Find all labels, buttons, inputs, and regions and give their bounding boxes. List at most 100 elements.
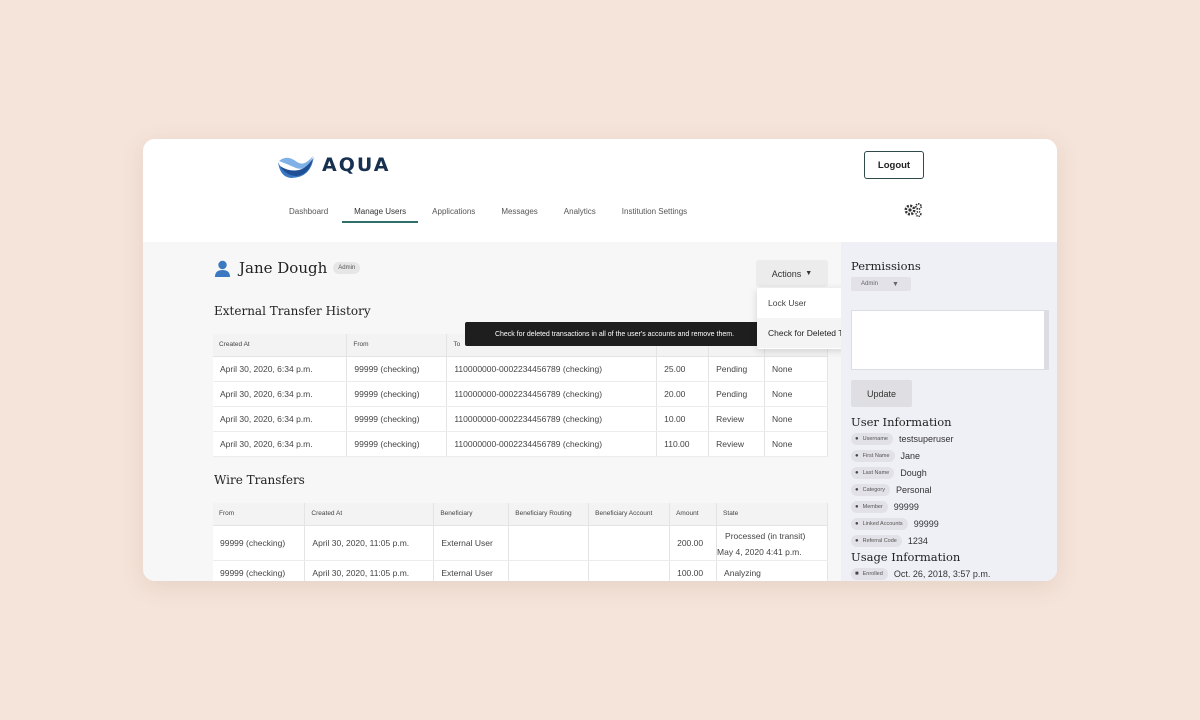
cell: None bbox=[764, 406, 828, 432]
usage-information-title: Usage Information bbox=[851, 550, 961, 564]
info-linked-accounts: ● Linked Accounts 99999 bbox=[851, 518, 939, 530]
user-name: Jane Dough bbox=[239, 259, 328, 277]
table-row[interactable]: April 30, 2020, 6:34 p.m. 99999 (checkin… bbox=[213, 381, 828, 407]
nav-analytics[interactable]: Analytics bbox=[552, 202, 608, 223]
user-heading: Jane Dough Admin bbox=[214, 259, 361, 277]
info-enrolled: ■ Enrolled Oct. 26, 2018, 3:57 p.m. bbox=[851, 568, 990, 580]
header: AQUA Logout Dashboard Manage Users Appli… bbox=[143, 139, 1057, 242]
update-button[interactable]: Update bbox=[851, 380, 912, 407]
state-date: May 4, 2020 4:41 p.m. bbox=[717, 546, 802, 557]
table-row[interactable]: 99999 (checking) April 30, 2020, 11:05 p… bbox=[213, 525, 828, 561]
app-window: AQUA Logout Dashboard Manage Users Appli… bbox=[143, 139, 1057, 581]
permissions-list[interactable] bbox=[851, 310, 1049, 370]
cell: 110000000-0002234456789 (checking) bbox=[446, 431, 658, 457]
gear-icon[interactable] bbox=[903, 202, 923, 218]
col-header: State bbox=[716, 503, 828, 526]
cell: 20.00 bbox=[656, 381, 710, 407]
info-username: ● Username testsuperuser bbox=[851, 433, 954, 445]
info-value: testsuperuser bbox=[899, 434, 954, 444]
info-label: First Name bbox=[862, 453, 890, 459]
cell: April 30, 2020, 11:05 p.m. bbox=[304, 560, 435, 581]
info-value: 99999 bbox=[913, 519, 939, 529]
table-row[interactable]: April 30, 2020, 6:34 p.m. 99999 (checkin… bbox=[213, 356, 828, 382]
col-header: Beneficiary Account bbox=[588, 503, 671, 526]
cell bbox=[508, 560, 590, 581]
person-icon: ● bbox=[855, 453, 859, 459]
cell bbox=[588, 560, 671, 581]
nav-applications[interactable]: Applications bbox=[420, 202, 487, 223]
logout-button[interactable]: Logout bbox=[864, 151, 924, 179]
info-label: Enrolled bbox=[862, 571, 883, 577]
calendar-icon: ■ bbox=[855, 571, 859, 577]
cell: Review bbox=[708, 406, 766, 432]
info-value: 1234 bbox=[907, 536, 928, 546]
info-label-pill: ● Referral Code bbox=[851, 535, 902, 547]
nav-dashboard[interactable]: Dashboard bbox=[277, 202, 340, 223]
info-label-pill: ● Linked Accounts bbox=[851, 518, 908, 530]
info-label-pill: ● First Name bbox=[851, 450, 895, 462]
cell: April 30, 2020, 6:34 p.m. bbox=[213, 356, 348, 382]
cell: Analyzing bbox=[716, 560, 828, 581]
nav-messages[interactable]: Messages bbox=[489, 202, 549, 223]
table-row[interactable]: 99999 (checking) April 30, 2020, 11:05 p… bbox=[213, 560, 828, 581]
cell: 110.00 bbox=[656, 431, 710, 457]
col-header: Beneficiary bbox=[433, 503, 510, 526]
cell: April 30, 2020, 11:05 p.m. bbox=[304, 525, 435, 561]
actions-button[interactable]: Actions ▼ bbox=[756, 260, 828, 287]
nav-manage-users[interactable]: Manage Users bbox=[342, 202, 419, 223]
tooltip: Check for deleted transactions in all of… bbox=[465, 322, 769, 346]
info-value: Jane bbox=[900, 451, 921, 461]
cell: Pending bbox=[708, 356, 766, 382]
cell: 99999 (checking) bbox=[213, 525, 306, 561]
logo[interactable]: AQUA bbox=[277, 152, 390, 178]
cell: None bbox=[764, 356, 828, 382]
state-text: Processed (in transit) bbox=[725, 530, 806, 541]
external-transfer-title: External Transfer History bbox=[214, 304, 371, 318]
info-label-pill: ● Last Name bbox=[851, 467, 895, 479]
person-icon: ● bbox=[855, 436, 859, 442]
cell: 99999 (checking) bbox=[346, 381, 448, 407]
caret-down-icon: ▼ bbox=[892, 280, 899, 288]
person-icon: ● bbox=[855, 538, 859, 544]
info-value: Dough bbox=[900, 468, 927, 478]
table-header-row: From Created At Beneficiary Beneficiary … bbox=[213, 503, 828, 526]
cell: External User bbox=[433, 525, 510, 561]
col-header: From bbox=[213, 503, 306, 526]
person-icon: ● bbox=[855, 487, 859, 493]
table-row[interactable]: April 30, 2020, 6:34 p.m. 99999 (checkin… bbox=[213, 431, 828, 457]
cell: 99999 (checking) bbox=[346, 406, 448, 432]
info-member: ● Member 99999 bbox=[851, 501, 919, 513]
info-label-pill: ● Member bbox=[851, 501, 888, 513]
person-icon: ● bbox=[855, 521, 859, 527]
nav-institution-settings[interactable]: Institution Settings bbox=[610, 202, 699, 223]
caret-down-icon: ▼ bbox=[805, 270, 813, 277]
permissions-select[interactable]: Admin ▼ bbox=[851, 277, 911, 291]
cell: 100.00 bbox=[669, 560, 718, 581]
col-header: From bbox=[346, 334, 448, 357]
col-header: Created At bbox=[213, 334, 348, 357]
role-badge: Admin bbox=[333, 262, 361, 274]
info-value: 99999 bbox=[893, 502, 919, 512]
cell: 99999 (checking) bbox=[346, 356, 448, 382]
info-label-pill: ● Category bbox=[851, 484, 890, 496]
cell: Review bbox=[708, 431, 766, 457]
table-row[interactable]: April 30, 2020, 6:34 p.m. 99999 (checkin… bbox=[213, 406, 828, 432]
col-header: Beneficiary Routing bbox=[508, 503, 590, 526]
cell: Pending bbox=[708, 381, 766, 407]
info-label: Referral Code bbox=[862, 538, 897, 544]
wire-transfers-title: Wire Transfers bbox=[214, 473, 305, 487]
info-first-name: ● First Name Jane bbox=[851, 450, 920, 462]
cell: April 30, 2020, 6:34 p.m. bbox=[213, 406, 348, 432]
cell: 25.00 bbox=[656, 356, 710, 382]
external-transfer-table: Created At From To Amount Status Notes A… bbox=[213, 334, 828, 457]
cell: April 30, 2020, 6:34 p.m. bbox=[213, 431, 348, 457]
info-label: Linked Accounts bbox=[862, 521, 903, 527]
cell: None bbox=[764, 431, 828, 457]
info-referral-code: ● Referral Code 1234 bbox=[851, 535, 928, 547]
cell: Processed (in transit) May 4, 2020 4:41 … bbox=[716, 525, 828, 561]
info-label: Last Name bbox=[862, 470, 890, 476]
person-icon: ● bbox=[855, 470, 859, 476]
main-nav: Dashboard Manage Users Applications Mess… bbox=[277, 202, 701, 224]
info-label-pill: ■ Enrolled bbox=[851, 568, 888, 580]
permissions-title: Permissions bbox=[851, 259, 921, 273]
